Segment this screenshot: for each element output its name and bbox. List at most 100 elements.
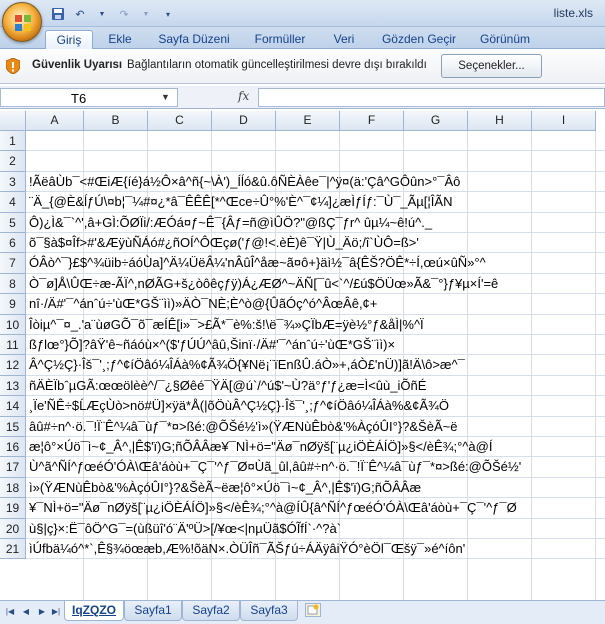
table-row[interactable]: ñÄÈÏbˆµGÃ:œœölèè^/¯¿§Øêé¯ŸÄ[@ú`/^ú$'~Ù?ä…: [26, 376, 605, 397]
cell-a-text[interactable]: ù§|ç}×:Ë¯ôÖ^G¯=(ùßüî'ó¨Ä'ºÜ>[/¥œ<|nµÜã$Ó…: [29, 521, 341, 536]
undo-button[interactable]: ↶: [70, 5, 90, 24]
tab-sayfa-duzeni[interactable]: Sayfa Düzeni: [150, 30, 238, 49]
name-box[interactable]: T6 ▼: [0, 88, 178, 107]
row-header[interactable]: 14: [0, 396, 26, 417]
cell-a-text[interactable]: Ô)¿Ì&¯`^',â+GÌ:ÕØÏi/:ÆÓá¤ƒ~Ê¯{Âƒ=ñ@ìÛÖ?"…: [29, 215, 432, 230]
tab-giris[interactable]: Giriş: [45, 30, 93, 49]
select-all-corner[interactable]: [0, 111, 26, 131]
table-row[interactable]: õ¯§à$¤Îf>#'&ÆÿùÑÁó#¿ñOÍ^ÔŒçø('ƒ@!<.èÈ)ê¯…: [26, 233, 605, 254]
cell-a-text[interactable]: ìÚfbä¼ó^*`,Ê§¾öœæb,Æ%!õäN×.ÒÜÎñ¯ÃŠƒú÷ÁÄÿ…: [29, 541, 465, 556]
tab-gorunum[interactable]: Görünüm: [472, 30, 538, 49]
row-header[interactable]: 3: [0, 171, 26, 193]
table-row[interactable]: âû#÷n^·ö.¯!Ï¨Ê^¼â¯ùƒ¯*¤>ßé:@ÕŠé½'ì»(ŸÆNù…: [26, 417, 605, 437]
sheet-tab-sayfa2[interactable]: Sayfa2: [182, 601, 240, 621]
prev-sheet-button[interactable]: ◀: [20, 606, 32, 618]
table-row[interactable]: nî·/Ä#'¯^ánˆú÷'ùŒ*GŠ¨ìì)»ÄÒ¯NÈ;È^ò@{ÛãÓç…: [26, 294, 605, 315]
row-header[interactable]: 9: [0, 294, 26, 315]
formula-input[interactable]: [258, 88, 605, 107]
column-header-i[interactable]: I: [532, 111, 596, 131]
save-button[interactable]: [48, 5, 68, 24]
row-header[interactable]: 7: [0, 253, 26, 274]
row-header[interactable]: 6: [0, 233, 26, 254]
table-row[interactable]: ì»(ŸÆNùÊbò&'%ÀçóÛI°}?&ŠèÃ~ëæ¦ô°×Úö¯ì~¢_Â…: [26, 478, 605, 499]
sheet-tab-sayfa1[interactable]: Sayfa1: [124, 601, 182, 621]
row-header[interactable]: 15: [0, 416, 26, 437]
row-header[interactable]: 21: [0, 539, 26, 560]
column-header-d[interactable]: D: [212, 111, 276, 131]
next-sheet-button[interactable]: ▶: [36, 606, 48, 618]
row-header[interactable]: 11: [0, 335, 26, 356]
table-row[interactable]: ìÚfbä¼ó^*`,Ê§¾öœæb,Æ%!õäN×.ÒÜÎñ¯ÃŠƒú÷ÁÄÿ…: [26, 539, 605, 560]
tab-gozden-gecir[interactable]: Gözden Geçir: [374, 30, 464, 49]
customize-toolbar-button[interactable]: ▾: [158, 5, 178, 24]
row-header[interactable]: 4: [0, 192, 26, 213]
table-row[interactable]: Ô)¿Ì&¯`^',â+GÌ:ÕØÏi/:ÆÓá¤ƒ~Ê¯{Âƒ=ñ@ìÛÖ?"…: [26, 213, 605, 233]
cell-a-text[interactable]: Ò¯ø]Å\ÛŒ÷æ-ÃÏ^,nØÃG+š¿òôêçƒÿ)Á¿ÆØ^~ÄÑ[¯û…: [29, 276, 498, 291]
options-button[interactable]: Seçenekler...: [441, 54, 542, 78]
tab-veri[interactable]: Veri: [322, 30, 366, 49]
cell-a-text[interactable]: ßƒlœ°}Õ]?âŸ'ê~ñáóù×^($'ƒÚÚ^âû,Šinï·/Ä#'¯…: [29, 337, 395, 352]
redo-button[interactable]: ↷: [114, 5, 134, 24]
row-header[interactable]: 5: [0, 212, 26, 233]
cell-a-text[interactable]: ì»(ŸÆNùÊbò&'%ÀçóÛI°}?&ŠèÃ~ëæ¦ô°×Úö¯ì~¢_Â…: [29, 480, 421, 495]
first-sheet-button[interactable]: |◀: [4, 606, 16, 618]
cell-a-text[interactable]: æ¦ô°×Úö¯ì~¢_Â^,|Ê$'ï)G;ñÕÂÂæ¥¯NÌ+ö="Äø¯n…: [29, 439, 492, 454]
column-header-f[interactable]: F: [340, 111, 404, 131]
redo-dropdown[interactable]: ▼: [136, 5, 156, 24]
column-header-b[interactable]: B: [84, 111, 148, 131]
undo-dropdown[interactable]: ▼: [92, 5, 112, 24]
cell-a-text[interactable]: õ¯§à$¤Îf>#'&ÆÿùÑÁó#¿ñOÍ^ÔŒçø('ƒ@!<.èÈ)ê¯…: [29, 235, 419, 250]
insert-function-button[interactable]: fx: [238, 89, 249, 103]
table-row[interactable]: ù§|ç}×:Ë¯ôÖ^G¯=(ùßüî'ó¨Ä'ºÜ>[/¥œ<|nµÜã$Ó…: [26, 519, 605, 539]
table-row[interactable]: !ÃëâÙb¯<#ŒiÆ{íé}á½Ô×â^ñ{~\À')_Íĺó&û.ôÑÈÀ…: [26, 172, 605, 193]
cell-a-text[interactable]: Ù^ã^ÑÍ^ƒœéÓ'ÓÀ\Œâ'áòù+¯Ç¯'^ƒ¯Ø¤Ùã_ûl,âû#…: [29, 459, 521, 474]
cell-a-text[interactable]: ¥¯NÌ+ö="Äø¯nØÿš[¨µ¿iÖÈÁÍÖ]»§</èÊ¾;°^à@ÍÛ…: [29, 500, 517, 515]
row-header[interactable]: 18: [0, 477, 26, 499]
row-header[interactable]: 17: [0, 457, 26, 478]
row-header[interactable]: 2: [0, 151, 26, 172]
row-header[interactable]: 10: [0, 314, 26, 335]
column-header-g[interactable]: G: [404, 111, 468, 131]
table-row[interactable]: ßƒlœ°}Õ]?âŸ'ê~ñáóù×^($'ƒÚÚ^âû,Šinï·/Ä#'¯…: [26, 335, 605, 356]
chevron-down-icon[interactable]: ▼: [161, 92, 170, 102]
table-row[interactable]: ¥¯NÌ+ö="Äø¯nØÿš[¨µ¿iÖÈÁÍÖ]»§</èÊ¾;°^à@ÍÛ…: [26, 498, 605, 519]
insert-sheet-button[interactable]: [305, 603, 321, 617]
column-header-a[interactable]: A: [26, 111, 84, 131]
row-header[interactable]: 1: [0, 131, 26, 152]
row-header[interactable]: 12: [0, 355, 26, 376]
office-button[interactable]: [2, 2, 42, 42]
cell-a-text[interactable]: Îòiµ^¯¤_.'a¨ùøGÕ¯õ¯æÍÊ[i»¯>£Ã*¯è%:š!\ë¯¾…: [29, 317, 424, 332]
cell-a-text[interactable]: ¸Ïe'ÑÊ÷$ĹÆçÙò>nö#Ü]×ÿä*Å(|õÖùÂ^Ç½Ç}·Îš¯'…: [29, 398, 449, 413]
table-row[interactable]: Ò¯ø]Å\ÛŒ÷æ-ÃÏ^,nØÃG+š¿òôêçƒÿ)Á¿ÆØ^~ÄÑ[¯û…: [26, 274, 605, 295]
cell-a-text[interactable]: ñÄÈÏbˆµGÃ:œœölèè^/¯¿§Øêé¯ŸÄ[@ú`/^ú$'~Ù?ä…: [29, 378, 426, 393]
cell-a-text[interactable]: ¨Ä_{@È&ĺƒÚ\¤b¦¯¼#¤¿*â¯ÊÊÊ[*^Œce÷Û°%'È^¯¢…: [29, 194, 452, 209]
tab-formuller[interactable]: Formüller: [246, 30, 314, 49]
row-header[interactable]: 20: [0, 518, 26, 539]
table-row[interactable]: ¨Ä_{@È&ĺƒÚ\¤b¦¯¼#¤¿*â¯ÊÊÊ[*^Œce÷Û°%'È^¯¢…: [26, 192, 605, 213]
row-header[interactable]: 16: [0, 437, 26, 458]
cell-a-text[interactable]: ÓÂò^¯}£$^¾üib÷áóÙa]^Ä¼ÜëÂ¼'nÂûÎ^åæ~ã¤ô+}…: [29, 255, 486, 270]
table-row[interactable]: [26, 131, 605, 152]
cell-a-text[interactable]: âû#÷n^·ö.¯!Ï¨Ê^¼â¯ùƒ¯*¤>ßé:@ÕŠé½'ì»(ŸÆNù…: [29, 419, 457, 434]
sheet-tab-sayfa3[interactable]: Sayfa3: [240, 601, 298, 621]
table-row[interactable]: æ¦ô°×Úö¯ì~¢_Â^,|Ê$'ï)G;ñÕÂÂæ¥¯NÌ+ö="Äø¯n…: [26, 437, 605, 458]
table-row[interactable]: Â^Ç½Ç}·Îš¯'¸;ƒ^¢íÖâó¼ÎÁà%¢Ã¾Ö{¥Në¡¨ïEnßÛ…: [26, 355, 605, 376]
row-header[interactable]: 13: [0, 375, 26, 397]
tab-ekle[interactable]: Ekle: [100, 30, 140, 49]
table-row[interactable]: Îòiµ^¯¤_.'a¨ùøGÕ¯õ¯æÍÊ[i»¯>£Ã*¯è%:š!\ë¯¾…: [26, 315, 605, 335]
cell-a-text[interactable]: !ÃëâÙb¯<#ŒiÆ{íé}á½Ô×â^ñ{~\À')_Íĺó&û.ôÑÈÀ…: [29, 174, 460, 189]
table-row[interactable]: Ù^ã^ÑÍ^ƒœéÓ'ÓÀ\Œâ'áòù+¯Ç¯'^ƒ¯Ø¤Ùã_ûl,âû#…: [26, 457, 605, 478]
spreadsheet-grid[interactable]: A B C D E F G H I 1 2 3 !ÃëâÙb¯<#ŒiÆ{íé}á½Ô×â^ñ{~\À'…: [0, 111, 605, 600]
row-header[interactable]: 19: [0, 498, 26, 519]
column-header-c[interactable]: C: [148, 111, 212, 131]
row-header[interactable]: 8: [0, 273, 26, 295]
column-header-e[interactable]: E: [276, 111, 340, 131]
last-sheet-button[interactable]: ▶|: [50, 606, 62, 618]
cell-a-text[interactable]: nî·/Ä#'¯^ánˆú÷'ùŒ*GŠ¨ìì)»ÄÒ¯NÈ;È^ò@{ÛãÓç…: [29, 296, 377, 311]
table-row[interactable]: ÓÂò^¯}£$^¾üib÷áóÙa]^Ä¼ÜëÂ¼'nÂûÎ^åæ~ã¤ô+}…: [26, 253, 605, 274]
table-row[interactable]: ¸Ïe'ÑÊ÷$ĹÆçÙò>nö#Ü]×ÿä*Å(|õÖùÂ^Ç½Ç}·Îš¯'…: [26, 396, 605, 417]
cell-a-text[interactable]: Â^Ç½Ç}·Îš¯'¸;ƒ^¢íÖâó¼ÎÁà%¢Ã¾Ö{¥Në¡¨ïEnßÛ…: [29, 357, 465, 372]
table-row[interactable]: [26, 151, 605, 172]
sheet-tab-iqzqzo[interactable]: IqZQZO: [64, 601, 124, 621]
column-header-h[interactable]: H: [468, 111, 532, 131]
